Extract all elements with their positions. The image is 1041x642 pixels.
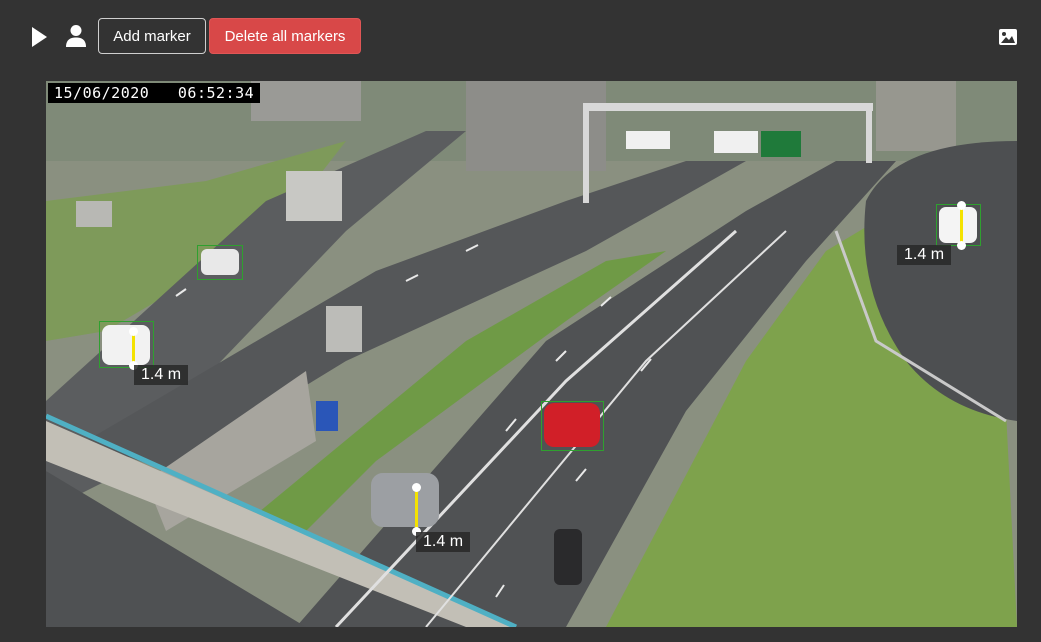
camera-frame: [46, 81, 1017, 627]
add-marker-button[interactable]: Add marker: [98, 18, 206, 54]
image-button[interactable]: [994, 24, 1022, 50]
marker-handle-top[interactable]: [129, 327, 138, 336]
marker-handle-bottom[interactable]: [957, 241, 966, 250]
camera-timestamp: 15/06/2020 06:52:34: [48, 83, 261, 103]
play-button[interactable]: [26, 24, 52, 50]
marker-label: 1.4 m: [897, 245, 952, 265]
marker-line: [415, 487, 418, 531]
camera-viewport[interactable]: 15/06/2020 06:52:34 1.4 m 1.4 m 1.4 m: [46, 81, 1017, 627]
user-icon: [66, 25, 86, 47]
user-button[interactable]: [62, 22, 90, 50]
marker-handle-top[interactable]: [412, 483, 421, 492]
vehicle-bbox[interactable]: [197, 245, 243, 280]
marker-label: 1.4 m: [416, 532, 471, 552]
marker-line: [132, 331, 135, 365]
vehicle-bbox[interactable]: [99, 321, 154, 368]
play-icon: [32, 27, 47, 47]
vehicle-bbox[interactable]: [541, 401, 604, 451]
marker-label: 1.4 m: [134, 365, 189, 385]
delete-all-markers-button[interactable]: Delete all markers: [209, 18, 361, 54]
toolbar: Add marker Delete all markers: [0, 0, 1041, 72]
marker-line: [960, 205, 963, 245]
vehicle-bbox[interactable]: [936, 204, 981, 246]
marker-handle-top[interactable]: [957, 201, 966, 210]
image-icon: [999, 29, 1017, 45]
